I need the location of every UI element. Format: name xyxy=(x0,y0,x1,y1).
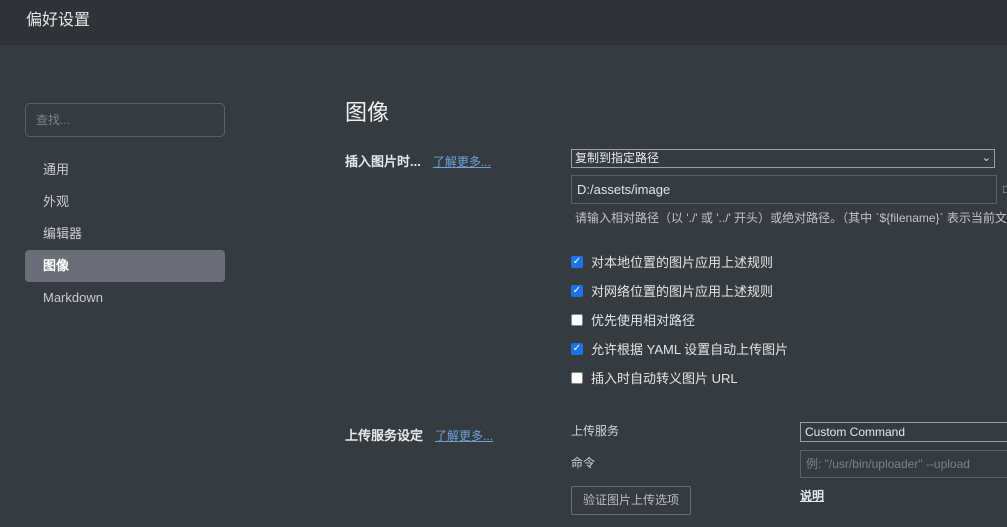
upload-service-label: 上传服务 xyxy=(571,424,620,438)
command-label: 命令 xyxy=(571,456,596,470)
checkbox-row-yaml-upload[interactable]: ✓ 允许根据 YAML 设置自动上传图片 xyxy=(571,334,788,363)
upload-service-select[interactable]: Custom Command xyxy=(800,422,1007,442)
verify-upload-button[interactable]: 验证图片上传选项 xyxy=(571,486,691,515)
checkbox-local[interactable]: ✓ xyxy=(571,255,583,268)
search-box[interactable] xyxy=(25,103,225,137)
browse-folder-icon[interactable]: □ xyxy=(1003,182,1007,196)
checkbox-label: 允许根据 YAML 设置自动上传图片 xyxy=(591,342,789,357)
checkbox-row-escape-url[interactable]: 插入时自动转义图片 URL xyxy=(571,363,788,392)
checkbox-row-network[interactable]: ✓ 对网络位置的图片应用上述规则 xyxy=(571,276,788,305)
insert-action-select[interactable]: 复制到指定路径 ⌄ xyxy=(571,149,995,168)
path-hint-text: 请输入相对路径（以 './' 或 '../' 开头）或绝对路径。（其中 `${f… xyxy=(575,211,1007,225)
command-field[interactable] xyxy=(800,450,1007,478)
image-path-value: D:/assets/image xyxy=(577,182,671,197)
sidebar-item-general[interactable]: 通用 xyxy=(25,154,225,186)
upload-service-row: 上传服务设定 了解更多... xyxy=(345,425,493,444)
explain-link[interactable]: 说明 xyxy=(800,487,824,504)
sidebar-item-appearance[interactable]: 外观 xyxy=(25,186,225,218)
insert-image-label: 插入图片时... xyxy=(345,154,421,169)
checkbox-yaml-upload[interactable]: ✓ xyxy=(571,342,583,355)
checkbox-relative[interactable] xyxy=(571,313,583,326)
checkbox-network[interactable]: ✓ xyxy=(571,284,583,297)
upload-learn-more-link[interactable]: 了解更多... xyxy=(435,429,493,443)
sidebar-item-editor[interactable]: 编辑器 xyxy=(25,218,225,250)
sidebar-nav: 通用 外观 编辑器 图像 Markdown xyxy=(25,154,225,314)
checkbox-escape-url[interactable] xyxy=(571,371,583,384)
checkbox-label: 对网络位置的图片应用上述规则 xyxy=(591,284,774,299)
insert-image-row: 插入图片时... 了解更多... xyxy=(345,151,491,170)
title-bar: 偏好设置 xyxy=(0,0,1007,45)
upload-settings-label: 上传服务设定 xyxy=(345,428,424,443)
command-input[interactable] xyxy=(801,451,1007,477)
sidebar-item-markdown[interactable]: Markdown xyxy=(25,282,225,314)
checkbox-row-local[interactable]: ✓ 对本地位置的图片应用上述规则 xyxy=(571,247,788,276)
upload-service-value: Custom Command xyxy=(805,425,906,439)
window-title: 偏好设置 xyxy=(26,12,91,29)
search-input[interactable] xyxy=(26,104,224,136)
insert-learn-more-link[interactable]: 了解更多... xyxy=(433,155,491,169)
image-path-input[interactable]: D:/assets/image xyxy=(571,175,997,204)
image-rules-checklist: ✓ 对本地位置的图片应用上述规则 ✓ 对网络位置的图片应用上述规则 优先使用相对… xyxy=(571,247,788,392)
sidebar-item-image[interactable]: 图像 xyxy=(25,250,225,282)
chevron-down-icon: ⌄ xyxy=(981,152,991,164)
page-title: 图像 xyxy=(345,100,390,125)
checkbox-row-relative[interactable]: 优先使用相对路径 xyxy=(571,305,788,334)
checkbox-label: 优先使用相对路径 xyxy=(591,313,696,328)
insert-action-value: 复制到指定路径 xyxy=(575,151,660,165)
checkbox-label: 对本地位置的图片应用上述规则 xyxy=(591,255,774,270)
checkbox-label: 插入时自动转义图片 URL xyxy=(591,371,738,386)
